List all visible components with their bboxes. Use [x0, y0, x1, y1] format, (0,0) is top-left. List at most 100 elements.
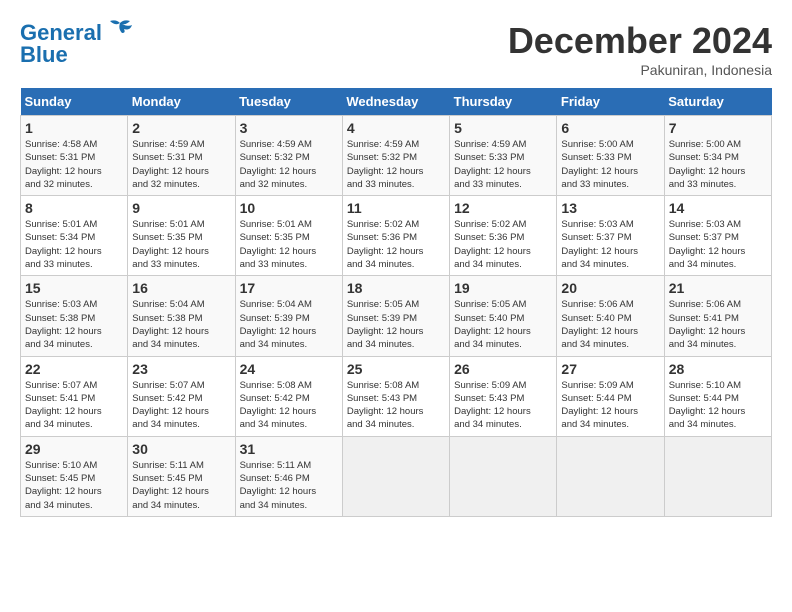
day-info: Sunrise: 5:05 AM Sunset: 5:40 PM Dayligh…	[454, 298, 552, 351]
day-info: Sunrise: 5:07 AM Sunset: 5:42 PM Dayligh…	[132, 379, 230, 432]
table-row: 1 Sunrise: 4:58 AM Sunset: 5:31 PM Daylig…	[21, 116, 128, 196]
day-info: Sunrise: 5:06 AM Sunset: 5:41 PM Dayligh…	[669, 298, 767, 351]
day-number: 19	[454, 280, 552, 296]
table-row: 3 Sunrise: 4:59 AM Sunset: 5:32 PM Daylig…	[235, 116, 342, 196]
table-row: 23Sunrise: 5:07 AM Sunset: 5:42 PM Dayli…	[128, 356, 235, 436]
table-row: 6 Sunrise: 5:00 AM Sunset: 5:33 PM Daylig…	[557, 116, 664, 196]
table-row	[664, 436, 771, 516]
day-number: 6	[561, 120, 659, 136]
calendar-week-row: 22 Sunrise: 5:07 AM Sunset: 5:41 PM Dayli…	[21, 356, 772, 436]
calendar-week-row: 15 Sunrise: 5:03 AM Sunset: 5:38 PM Dayli…	[21, 276, 772, 356]
day-number: 29	[25, 441, 123, 457]
day-info: Sunrise: 5:04 AM Sunset: 5:38 PM Dayligh…	[132, 298, 230, 351]
day-info: Sunrise: 4:59 AM Sunset: 5:32 PM Dayligh…	[240, 138, 338, 191]
col-monday: Monday	[128, 88, 235, 116]
day-number: 8	[25, 200, 123, 216]
logo: General Blue	[20, 20, 134, 68]
calendar-table: Sunday Monday Tuesday Wednesday Thursday…	[20, 88, 772, 517]
day-number: 22	[25, 361, 123, 377]
logo-bird-icon	[106, 19, 134, 39]
day-info: Sunrise: 5:08 AM Sunset: 5:42 PM Dayligh…	[240, 379, 338, 432]
day-number: 25	[347, 361, 445, 377]
table-row: 2 Sunrise: 4:59 AM Sunset: 5:31 PM Daylig…	[128, 116, 235, 196]
calendar-week-row: 1 Sunrise: 4:58 AM Sunset: 5:31 PM Daylig…	[21, 116, 772, 196]
day-number: 7	[669, 120, 767, 136]
day-info: Sunrise: 4:58 AM Sunset: 5:31 PM Dayligh…	[25, 138, 123, 191]
table-row	[557, 436, 664, 516]
day-info: Sunrise: 5:10 AM Sunset: 5:44 PM Dayligh…	[669, 379, 767, 432]
table-row: 15 Sunrise: 5:03 AM Sunset: 5:38 PM Dayli…	[21, 276, 128, 356]
day-number: 17	[240, 280, 338, 296]
day-number: 10	[240, 200, 338, 216]
day-info: Sunrise: 5:08 AM Sunset: 5:43 PM Dayligh…	[347, 379, 445, 432]
col-thursday: Thursday	[450, 88, 557, 116]
table-row: 4 Sunrise: 4:59 AM Sunset: 5:32 PM Daylig…	[342, 116, 449, 196]
day-number: 12	[454, 200, 552, 216]
table-row: 13Sunrise: 5:03 AM Sunset: 5:37 PM Dayli…	[557, 196, 664, 276]
day-number: 4	[347, 120, 445, 136]
table-row: 9 Sunrise: 5:01 AM Sunset: 5:35 PM Daylig…	[128, 196, 235, 276]
col-tuesday: Tuesday	[235, 88, 342, 116]
day-number: 24	[240, 361, 338, 377]
table-row: 14 Sunrise: 5:03 AM Sunset: 5:37 PM Dayli…	[664, 196, 771, 276]
day-number: 5	[454, 120, 552, 136]
table-row: 8 Sunrise: 5:01 AM Sunset: 5:34 PM Daylig…	[21, 196, 128, 276]
day-number: 1	[25, 120, 123, 136]
day-number: 28	[669, 361, 767, 377]
table-row: 24 Sunrise: 5:08 AM Sunset: 5:42 PM Dayli…	[235, 356, 342, 436]
day-number: 31	[240, 441, 338, 457]
table-row: 12 Sunrise: 5:02 AM Sunset: 5:36 PM Dayli…	[450, 196, 557, 276]
day-number: 18	[347, 280, 445, 296]
day-number: 21	[669, 280, 767, 296]
day-info: Sunrise: 5:03 AM Sunset: 5:38 PM Dayligh…	[25, 298, 123, 351]
table-row: 16 Sunrise: 5:04 AM Sunset: 5:38 PM Dayli…	[128, 276, 235, 356]
day-info: Sunrise: 4:59 AM Sunset: 5:33 PM Dayligh…	[454, 138, 552, 191]
day-info: Sunrise: 5:01 AM Sunset: 5:35 PM Dayligh…	[132, 218, 230, 271]
day-number: 16	[132, 280, 230, 296]
day-info: Sunrise: 5:11 AM Sunset: 5:45 PM Dayligh…	[132, 459, 230, 512]
day-info: Sunrise: 5:00 AM Sunset: 5:34 PM Dayligh…	[669, 138, 767, 191]
col-friday: Friday	[557, 88, 664, 116]
day-number: 14	[669, 200, 767, 216]
table-row	[342, 436, 449, 516]
location: Pakuniran, Indonesia	[508, 62, 772, 78]
table-row: 20 Sunrise: 5:06 AM Sunset: 5:40 PM Dayli…	[557, 276, 664, 356]
table-row: 10Sunrise: 5:01 AM Sunset: 5:35 PM Dayli…	[235, 196, 342, 276]
day-number: 11	[347, 200, 445, 216]
day-info: Sunrise: 5:02 AM Sunset: 5:36 PM Dayligh…	[347, 218, 445, 271]
calendar-week-row: 29 Sunrise: 5:10 AM Sunset: 5:45 PM Dayli…	[21, 436, 772, 516]
day-number: 3	[240, 120, 338, 136]
day-info: Sunrise: 5:10 AM Sunset: 5:45 PM Dayligh…	[25, 459, 123, 512]
day-info: Sunrise: 5:01 AM Sunset: 5:34 PM Dayligh…	[25, 218, 123, 271]
day-number: 20	[561, 280, 659, 296]
day-number: 9	[132, 200, 230, 216]
day-number: 27	[561, 361, 659, 377]
title-section: December 2024 Pakuniran, Indonesia	[508, 20, 772, 78]
day-info: Sunrise: 4:59 AM Sunset: 5:32 PM Dayligh…	[347, 138, 445, 191]
day-number: 2	[132, 120, 230, 136]
day-number: 30	[132, 441, 230, 457]
table-row: 19 Sunrise: 5:05 AM Sunset: 5:40 PM Dayli…	[450, 276, 557, 356]
table-row: 17 Sunrise: 5:04 AM Sunset: 5:39 PM Dayli…	[235, 276, 342, 356]
table-row: 22 Sunrise: 5:07 AM Sunset: 5:41 PM Dayli…	[21, 356, 128, 436]
table-row: 5 Sunrise: 4:59 AM Sunset: 5:33 PM Daylig…	[450, 116, 557, 196]
day-info: Sunrise: 5:11 AM Sunset: 5:46 PM Dayligh…	[240, 459, 338, 512]
table-row: 30 Sunrise: 5:11 AM Sunset: 5:45 PM Dayli…	[128, 436, 235, 516]
table-row: 18Sunrise: 5:05 AM Sunset: 5:39 PM Dayli…	[342, 276, 449, 356]
month-title: December 2024	[508, 20, 772, 62]
day-info: Sunrise: 5:07 AM Sunset: 5:41 PM Dayligh…	[25, 379, 123, 432]
col-saturday: Saturday	[664, 88, 771, 116]
logo-blue: Blue	[20, 42, 68, 68]
table-row: 7 Sunrise: 5:00 AM Sunset: 5:34 PM Daylig…	[664, 116, 771, 196]
day-number: 15	[25, 280, 123, 296]
day-info: Sunrise: 5:00 AM Sunset: 5:33 PM Dayligh…	[561, 138, 659, 191]
day-info: Sunrise: 5:09 AM Sunset: 5:44 PM Dayligh…	[561, 379, 659, 432]
day-info: Sunrise: 5:04 AM Sunset: 5:39 PM Dayligh…	[240, 298, 338, 351]
day-info: Sunrise: 4:59 AM Sunset: 5:31 PM Dayligh…	[132, 138, 230, 191]
day-info: Sunrise: 5:06 AM Sunset: 5:40 PM Dayligh…	[561, 298, 659, 351]
table-row: 31 Sunrise: 5:11 AM Sunset: 5:46 PM Dayli…	[235, 436, 342, 516]
day-info: Sunrise: 5:03 AM Sunset: 5:37 PM Dayligh…	[669, 218, 767, 271]
day-info: Sunrise: 5:02 AM Sunset: 5:36 PM Dayligh…	[454, 218, 552, 271]
calendar-week-row: 8 Sunrise: 5:01 AM Sunset: 5:34 PM Daylig…	[21, 196, 772, 276]
table-row: 25 Sunrise: 5:08 AM Sunset: 5:43 PM Dayli…	[342, 356, 449, 436]
